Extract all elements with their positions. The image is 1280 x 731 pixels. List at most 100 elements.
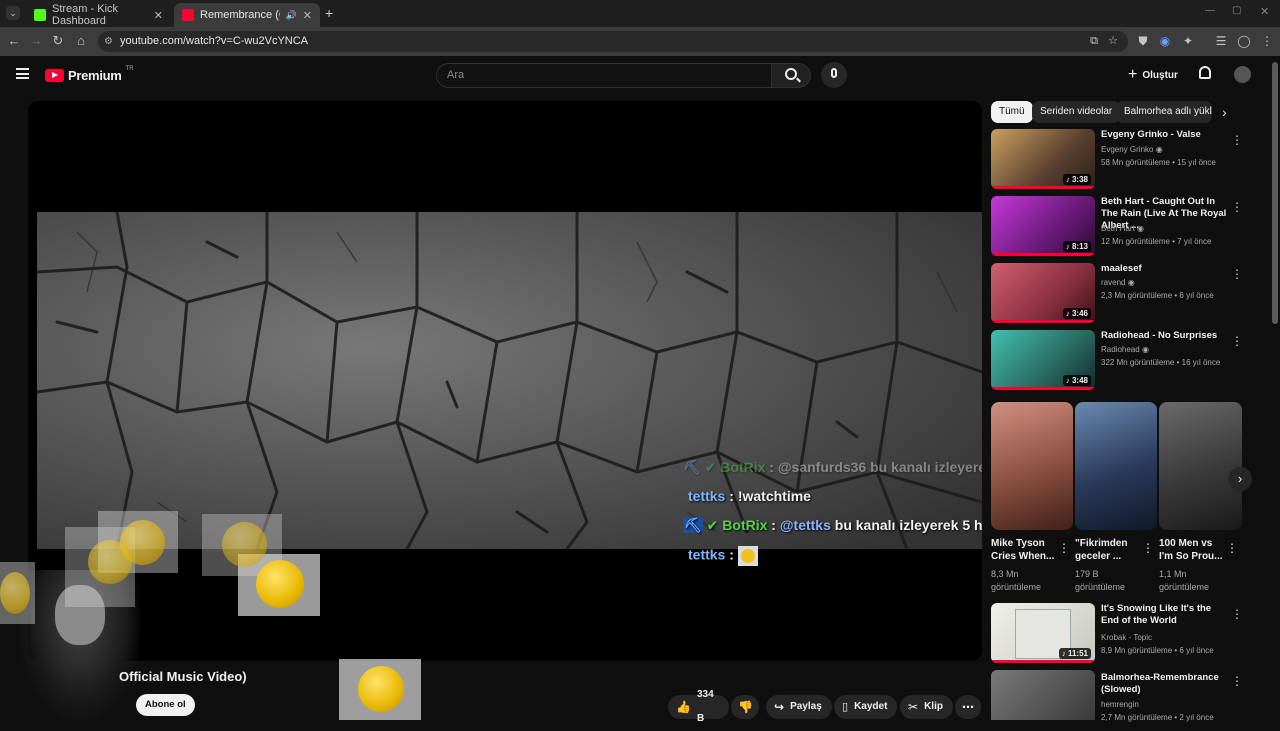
notifications-bell-icon[interactable]: [1199, 66, 1211, 79]
share-button[interactable]: ↪ Paylaş: [766, 695, 832, 719]
back-icon[interactable]: ←: [6, 33, 22, 49]
verified-badge-icon: ✔: [704, 459, 717, 475]
related-title[interactable]: It's Snowing Like It's the End of the Wo…: [1101, 603, 1231, 627]
kebab-menu-icon[interactable]: ⋮: [1226, 541, 1238, 555]
shield-extension-icon[interactable]: ⛊: [1136, 34, 1150, 48]
video-thumbnail[interactable]: ♪ 3:48: [991, 330, 1095, 390]
youtube-play-logo-icon: [45, 69, 64, 82]
microphone-icon: [831, 68, 837, 78]
chat-text: @sanfurds36 bu kanalı izleyerek 3 gün 3 …: [777, 459, 982, 475]
channel-name[interactable]: Krobak - Topic: [1101, 633, 1152, 642]
video-thumbnail[interactable]: [991, 670, 1095, 720]
site-info-icon[interactable]: ⚙: [104, 31, 113, 52]
chat-separator: :: [767, 517, 780, 533]
short-views: 1,1 Mn görüntüleme: [1159, 569, 1210, 592]
video-thumbnail[interactable]: ♪ 3:38: [991, 129, 1095, 189]
chat-username: BotRix: [720, 459, 766, 475]
home-icon[interactable]: ⌂: [73, 33, 89, 49]
channel-name[interactable]: hemrengin: [1101, 700, 1139, 709]
more-actions-button[interactable]: ⋯: [955, 695, 981, 719]
short-title[interactable]: "Fikrimden geceler ...: [1075, 537, 1145, 563]
puzzle-extensions-icon[interactable]: ✦: [1181, 34, 1195, 48]
kebab-menu-icon[interactable]: ⋮: [1058, 541, 1070, 555]
short-title[interactable]: Mike Tyson Cries When...: [991, 537, 1061, 563]
related-video[interactable]: ♪ 3:46 maalesef ravend ◉ 2,3 Mn görüntül…: [991, 263, 1251, 327]
video-player[interactable]: ⛏ ✔ BotRix : @sanfurds36 bu kanalı izley…: [28, 101, 982, 661]
kebab-menu-icon[interactable]: ⋮: [1231, 133, 1243, 147]
chip-uploads[interactable]: Balmorhea adlı yükle: [1116, 101, 1212, 123]
related-title[interactable]: maalesef: [1101, 263, 1231, 275]
cast-icon[interactable]: ⧉: [1090, 31, 1098, 52]
voice-search-button[interactable]: [821, 62, 847, 88]
related-title[interactable]: Evgeny Grinko - Valse: [1101, 129, 1231, 141]
related-video[interactable]: ♪ 3:38 Evgeny Grinko - Valse Evgeny Grin…: [991, 129, 1251, 193]
hamburger-menu-icon[interactable]: [16, 68, 29, 79]
new-tab-icon[interactable]: +: [325, 5, 333, 21]
profile-icon[interactable]: ◯: [1237, 34, 1251, 48]
chat-emote-icon: [737, 546, 758, 566]
bookmark-star-icon[interactable]: ☆: [1108, 31, 1118, 52]
channel-name[interactable]: Radiohead ◉: [1101, 345, 1149, 354]
menu-kebab-icon[interactable]: ⋮: [1260, 34, 1274, 48]
short-thumbnail[interactable]: [1075, 402, 1157, 530]
avatar[interactable]: [1234, 66, 1251, 83]
url-field[interactable]: ⚙ youtube.com/watch?v=C-wu2VcYNCA ⧉ ☆: [98, 31, 1128, 52]
chat-message: ⛏ ✔ BotRix : @tettks bu kanalı izleyerek…: [683, 517, 982, 534]
kebab-menu-icon[interactable]: ⋮: [1231, 267, 1243, 281]
channel-name[interactable]: ravend ◉: [1101, 278, 1135, 287]
close-window-icon[interactable]: ✕: [1260, 5, 1269, 18]
tab-label: Stream - Kick Dashboard: [52, 3, 119, 27]
channel-name[interactable]: Beth Hart ◉: [1101, 224, 1144, 233]
youtube-logo[interactable]: Premium TR: [45, 66, 134, 83]
related-video[interactable]: ♪ 3:48 Radiohead - No Surprises Radiohea…: [991, 330, 1251, 394]
kebab-menu-icon[interactable]: ⋮: [1142, 541, 1154, 555]
clip-button[interactable]: ✂ Klip: [900, 695, 953, 719]
search-input[interactable]: Ara: [436, 63, 772, 88]
video-meta: 12 Mn görüntüleme • 7 yıl önce: [1101, 237, 1212, 246]
tab-kick-dashboard[interactable]: Stream - Kick Dashboard ✕: [26, 3, 171, 27]
speaker-icon[interactable]: 🔊: [286, 10, 297, 21]
subscribe-button[interactable]: Abone ol: [136, 694, 195, 716]
tab-list-chevron-icon[interactable]: ⌄: [6, 6, 20, 20]
chip-all[interactable]: Tümü: [991, 101, 1033, 123]
video-meta: 322 Mn görüntüleme • 16 yıl önce: [1101, 358, 1221, 367]
short-title[interactable]: 100 Men vs I'm So Prou...: [1159, 537, 1229, 563]
audio-extension-icon[interactable]: ◉: [1158, 34, 1172, 48]
kebab-menu-icon[interactable]: ⋮: [1231, 334, 1243, 348]
maximize-icon[interactable]: ▢: [1232, 5, 1241, 16]
related-title[interactable]: Radiohead - No Surprises: [1101, 330, 1231, 342]
youtube-header: Premium TR Ara + Oluştur: [0, 56, 1280, 96]
related-title[interactable]: Balmorhea-Remembrance (Slowed): [1101, 672, 1231, 696]
chip-series[interactable]: Seriden videolar: [1032, 101, 1121, 123]
video-thumbnail[interactable]: ♪ 8:13: [991, 196, 1095, 256]
short-thumbnail[interactable]: [1159, 402, 1242, 530]
page-scrollbar[interactable]: [1272, 62, 1278, 324]
short-thumbnail[interactable]: [991, 402, 1073, 530]
channel-name[interactable]: Evgeny Grinko ◉: [1101, 145, 1163, 154]
clip-label: Klip: [924, 701, 943, 712]
kebab-menu-icon[interactable]: ⋮: [1231, 200, 1243, 214]
kebab-menu-icon[interactable]: ⋮: [1231, 607, 1243, 621]
forward-icon[interactable]: →: [28, 33, 44, 49]
minimize-icon[interactable]: —: [1205, 5, 1215, 16]
shorts-next-button[interactable]: ›: [1228, 467, 1252, 491]
duration-badge: ♪ 3:46: [1062, 308, 1091, 319]
dislike-button[interactable]: 👎: [731, 695, 759, 719]
reading-list-icon[interactable]: ☰: [1214, 34, 1228, 48]
close-tab-icon[interactable]: ✕: [154, 9, 163, 22]
save-button[interactable]: ▯ Kaydet: [834, 695, 898, 719]
close-tab-icon[interactable]: ✕: [303, 9, 312, 22]
search-button[interactable]: [771, 63, 811, 88]
video-thumbnail[interactable]: ♪ 11:51: [991, 603, 1095, 663]
tab-remembrance[interactable]: Remembrance (Official Mus 🔊 ✕: [174, 3, 320, 27]
chevron-right-icon[interactable]: ›: [1222, 104, 1227, 120]
video-thumbnail[interactable]: ♪ 3:46: [991, 263, 1095, 323]
related-video[interactable]: Balmorhea-Remembrance (Slowed) hemrengin…: [991, 670, 1251, 722]
create-button[interactable]: + Oluştur: [1128, 64, 1178, 86]
related-video[interactable]: ♪ 11:51 It's Snowing Like It's the End o…: [991, 603, 1251, 667]
reload-icon[interactable]: ↻: [50, 33, 66, 49]
verified-icon: ◉: [1137, 224, 1145, 233]
kebab-menu-icon[interactable]: ⋮: [1231, 674, 1243, 688]
like-button[interactable]: 👍 334 B: [668, 689, 729, 724]
related-video[interactable]: ♪ 8:13 Beth Hart - Caught Out In The Rai…: [991, 196, 1251, 260]
